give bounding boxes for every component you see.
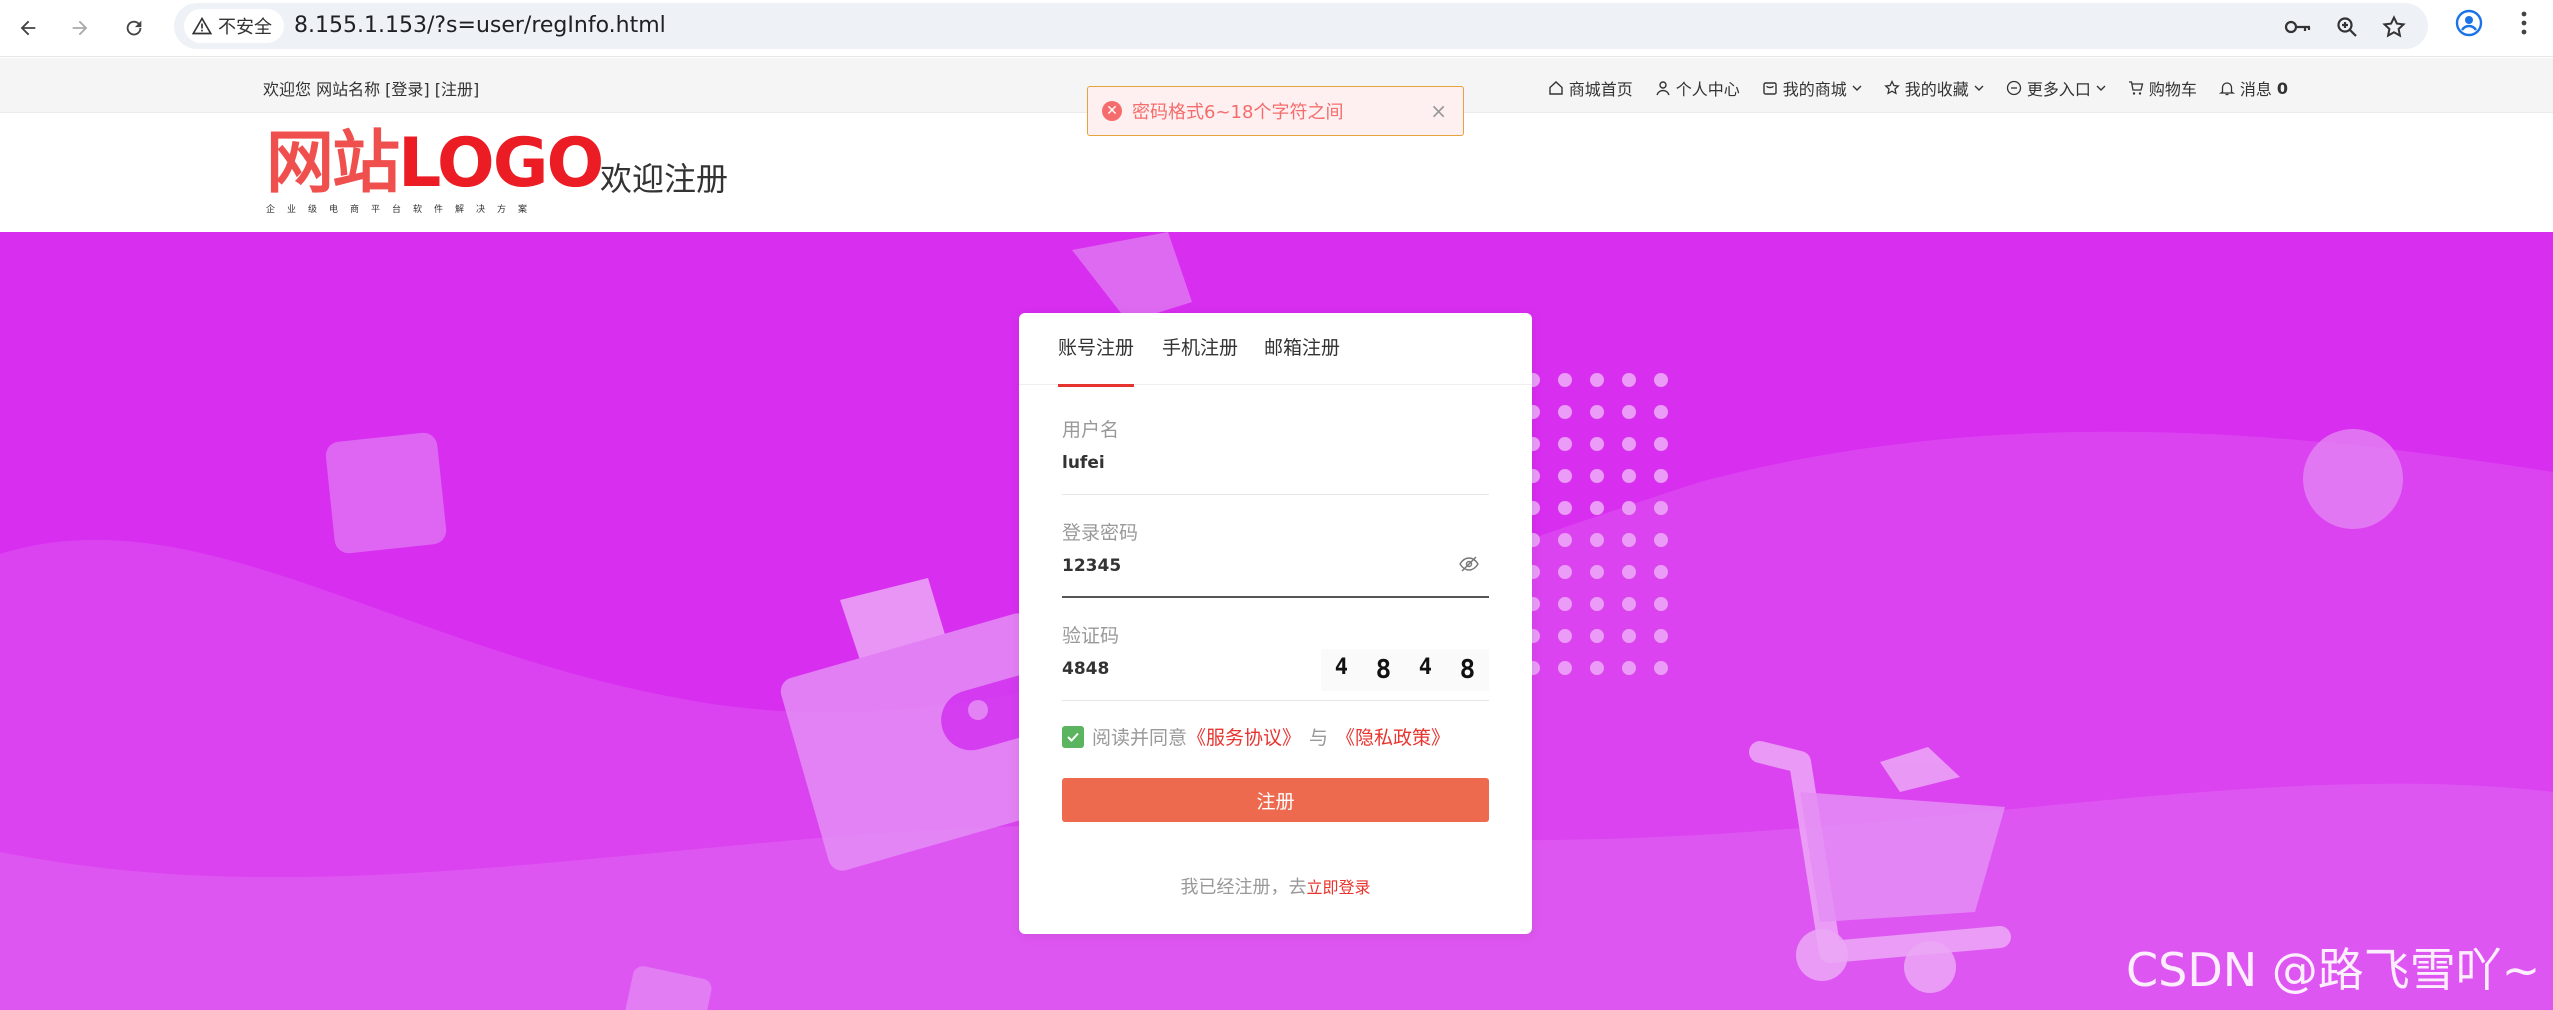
toast-message: 密码格式6~18个字符之间 — [1132, 102, 1344, 123]
reload-button[interactable] — [116, 10, 152, 46]
service-agreement-link[interactable]: 《服务协议》 — [1187, 723, 1301, 750]
cart-icon — [2128, 80, 2144, 96]
captcha-char: 8 — [1459, 655, 1476, 685]
nav-item-cart[interactable]: 购物车 — [2128, 76, 2197, 100]
reload-icon — [123, 17, 145, 39]
user-icon — [1655, 80, 1671, 96]
logo-text: 网站LOGO — [266, 128, 604, 200]
home-icon — [1548, 80, 1564, 96]
security-label: 不安全 — [218, 17, 272, 38]
error-icon: ✕ — [1102, 101, 1122, 121]
login-link[interactable]: 立即登录 — [1306, 878, 1370, 897]
back-button[interactable] — [10, 10, 46, 46]
top-nav-links: 商城首页 个人中心 我的商城 我的收藏 更多入口 购物车 消息 0 — [1548, 76, 2288, 100]
arrow-right-icon — [69, 17, 91, 39]
nav-item-label: 我的收藏 — [1904, 80, 1969, 99]
tab-phone-register[interactable]: 手机注册 — [1162, 333, 1238, 384]
captcha-image[interactable]: 4 8 4 8 — [1321, 649, 1489, 691]
error-toast: ✕ 密码格式6~18个字符之间 × — [1087, 86, 1464, 136]
chevron-down-icon — [1974, 83, 1984, 93]
check-icon — [1067, 732, 1079, 742]
logo-en-text: LOGO — [398, 124, 604, 203]
eye-hidden-icon[interactable] — [1459, 556, 1479, 572]
welcome-text[interactable]: 欢迎您 网站名称 [登录] [注册] — [263, 76, 479, 100]
logo-subtitle: 企业级电商平台软件解决方案 — [266, 205, 540, 215]
message-count: 0 — [2276, 78, 2288, 98]
security-indicator[interactable]: 不安全 — [184, 9, 284, 43]
login-hint-text: 我已经注册，去 — [1180, 877, 1307, 898]
register-tabs: 账号注册 手机注册 邮箱注册 — [1019, 313, 1532, 387]
arrow-left-icon — [17, 17, 39, 39]
key-icon[interactable] — [2282, 11, 2314, 43]
username-field: 用户名 — [1062, 415, 1489, 495]
password-label: 登录密码 — [1062, 522, 1139, 544]
nav-item-home[interactable]: 商城首页 — [1548, 76, 1633, 100]
nav-item-messages[interactable]: 消息 0 — [2218, 76, 2288, 100]
nav-item-user-center[interactable]: 个人中心 — [1655, 76, 1740, 100]
captcha-label: 验证码 — [1062, 625, 1120, 647]
nav-item-label: 商城首页 — [1568, 80, 1633, 99]
captcha-char: 4 — [1418, 654, 1433, 680]
nav-item-label: 我的商城 — [1782, 80, 1847, 99]
store-icon — [1762, 80, 1778, 96]
profile-icon[interactable] — [2453, 7, 2485, 39]
bell-icon — [2218, 80, 2235, 96]
password-input[interactable] — [1062, 552, 1442, 580]
address-bar[interactable]: 不安全 8.155.1.153/?s=user/regInfo.html — [174, 3, 2428, 49]
nav-item-more[interactable]: 更多入口 — [2006, 76, 2106, 100]
more-icon — [2006, 80, 2022, 96]
captcha-field: 验证码 4 8 4 8 — [1062, 621, 1489, 701]
logo-cn-text: 网站 — [266, 124, 400, 203]
nav-item-label: 购物车 — [2148, 80, 2197, 99]
warning-icon — [192, 16, 212, 36]
page-title: 欢迎注册 — [600, 160, 729, 198]
bookmark-star-icon[interactable] — [2378, 11, 2410, 43]
tab-email-register[interactable]: 邮箱注册 — [1264, 333, 1340, 384]
close-icon[interactable]: × — [1430, 99, 1447, 123]
and-text: 与 — [1309, 727, 1329, 749]
nav-item-label: 更多入口 — [2026, 80, 2091, 99]
register-button[interactable]: 注册 — [1062, 778, 1489, 822]
csdn-watermark: CSDN @路飞雪吖~ — [2126, 943, 2541, 997]
privacy-policy-link[interactable]: 《隐私政策》 — [1336, 723, 1450, 750]
url-text[interactable]: 8.155.1.153/?s=user/regInfo.html — [294, 3, 666, 49]
nav-item-label: 个人中心 — [1675, 80, 1740, 99]
nav-item-favorites[interactable]: 我的收藏 — [1883, 76, 1984, 100]
forward-button[interactable] — [62, 10, 98, 46]
password-field: 登录密码 — [1062, 518, 1489, 598]
zoom-icon[interactable] — [2331, 11, 2363, 43]
browser-toolbar: 不安全 8.155.1.153/?s=user/regInfo.html — [0, 0, 2553, 57]
username-label: 用户名 — [1062, 419, 1120, 441]
agree-text: 阅读并同意 — [1092, 727, 1188, 749]
captcha-input[interactable] — [1062, 655, 1292, 683]
nav-item-label: 消息 — [2239, 80, 2272, 99]
login-hint: 我已经注册，去立即登录 — [1019, 873, 1532, 899]
captcha-char: 8 — [1375, 655, 1392, 685]
agreement-row: 阅读并同意 《服务协议》 与 《隐私政策》 — [1062, 723, 1450, 750]
register-card: 账号注册 手机注册 邮箱注册 用户名 登录密码 验证码 4 8 4 8 阅读并同… — [1019, 313, 1532, 934]
username-input[interactable] — [1062, 449, 1442, 477]
nav-item-my-store[interactable]: 我的商城 — [1762, 76, 1862, 100]
chevron-down-icon — [1852, 83, 1862, 93]
captcha-char: 4 — [1334, 654, 1349, 680]
site-logo[interactable]: 网站LOGO 企业级电商平台软件解决方案 — [266, 128, 604, 216]
menu-kebab-icon[interactable] — [2508, 7, 2540, 39]
tab-account-register[interactable]: 账号注册 — [1058, 333, 1135, 387]
agree-checkbox[interactable] — [1062, 725, 1084, 748]
chevron-down-icon — [2096, 83, 2106, 93]
star-icon — [1883, 80, 1900, 96]
